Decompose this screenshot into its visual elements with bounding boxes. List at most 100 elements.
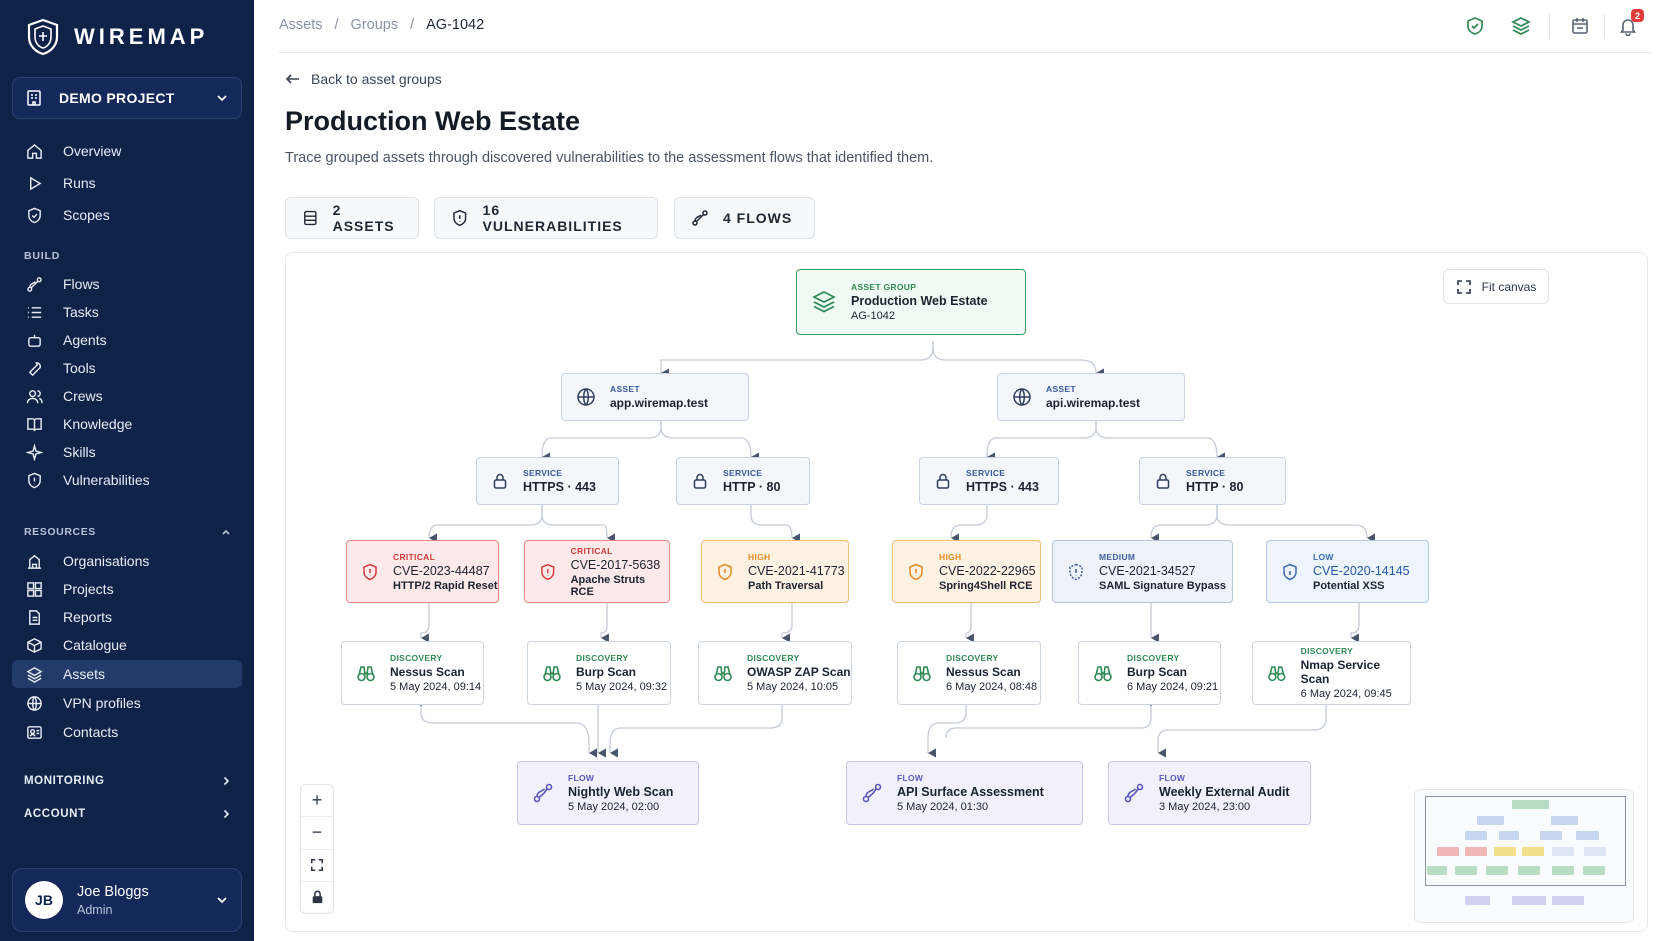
- nav-tasks[interactable]: Tasks: [12, 298, 242, 326]
- graph-canvas[interactable]: ASSET GROUP Production Web Estate AG-104…: [285, 252, 1648, 932]
- breadcrumb-groups[interactable]: Groups: [351, 17, 399, 33]
- avatar: JB: [25, 881, 63, 919]
- nav-overview[interactable]: Overview: [12, 137, 242, 165]
- nav-vulnerabilities[interactable]: Vulnerabilities: [12, 466, 242, 494]
- calendar-button[interactable]: [1568, 14, 1592, 38]
- node-discovery[interactable]: DISCOVERY OWASP ZAP Scan 5 May 2024, 10:…: [698, 641, 852, 705]
- breadcrumb-assets[interactable]: Assets: [279, 17, 323, 33]
- minimap-viewport[interactable]: [1425, 796, 1626, 886]
- node-kind: ASSET GROUP: [851, 282, 917, 292]
- project-name: DEMO PROJECT: [59, 90, 175, 106]
- node-vulnerability[interactable]: CRITICAL CVE-2023-44487 HTTP/2 Rapid Res…: [346, 540, 499, 603]
- nav-label: Vulnerabilities: [63, 472, 150, 488]
- stat-flows[interactable]: 4 FLOWS: [674, 197, 815, 239]
- nav-assets[interactable]: Assets: [12, 660, 242, 688]
- node-title: CVE-2020-14145: [1313, 563, 1410, 578]
- lock-button[interactable]: [301, 882, 333, 913]
- lock-icon: [936, 473, 950, 489]
- section-resources[interactable]: RESOURCES: [24, 526, 232, 538]
- node-service[interactable]: SERVICE HTTPS · 443: [476, 457, 619, 505]
- node-kind: SERVICE: [723, 468, 763, 478]
- node-title: Burp Scan: [576, 665, 637, 679]
- node-service[interactable]: SERVICE HTTP · 80: [676, 457, 810, 505]
- nav-knowledge[interactable]: Knowledge: [12, 410, 242, 438]
- nav-contacts[interactable]: Contacts: [12, 718, 242, 746]
- node-title: API Surface Assessment: [897, 785, 1044, 799]
- node-service[interactable]: SERVICE HTTPS · 443: [919, 457, 1059, 505]
- nav-catalogue[interactable]: Catalogue: [12, 631, 242, 659]
- nav-scopes[interactable]: Scopes: [12, 201, 242, 229]
- node-discovery[interactable]: DISCOVERY Burp Scan 6 May 2024, 09:21: [1078, 641, 1221, 705]
- node-asset-app[interactable]: ASSET app.wiremap.test: [561, 373, 749, 421]
- node-kind: DISCOVERY: [1127, 653, 1180, 663]
- section-account[interactable]: ACCOUNT: [24, 808, 232, 820]
- nav-vpn-profiles[interactable]: VPN profiles: [12, 689, 242, 717]
- nav-label: Organisations: [63, 553, 150, 569]
- section-monitoring[interactable]: MONITORING: [24, 775, 232, 787]
- node-flow[interactable]: FLOW API Surface Assessment 5 May 2024, …: [846, 761, 1083, 825]
- nav-label: Runs: [63, 175, 96, 191]
- shield-icon: [28, 207, 41, 223]
- node-kind: CRITICAL: [393, 551, 436, 562]
- nav-tools[interactable]: Tools: [12, 354, 242, 382]
- nav-skills[interactable]: Skills: [12, 438, 242, 466]
- node-discovery[interactable]: DISCOVERY Burp Scan 5 May 2024, 09:32: [527, 641, 671, 705]
- node-kind: HIGH: [939, 551, 962, 562]
- node-asset-api[interactable]: ASSET api.wiremap.test: [997, 373, 1185, 421]
- fit-canvas-label: Fit canvas: [1481, 279, 1537, 294]
- node-vulnerability[interactable]: HIGH CVE-2022-22965 Spring4Shell RCE: [892, 540, 1041, 603]
- divider: [1549, 14, 1550, 38]
- node-kind: SERVICE: [1186, 468, 1226, 478]
- nav-organisations[interactable]: Organisations: [12, 547, 242, 575]
- back-link[interactable]: Back to asset groups: [285, 71, 442, 87]
- nav-crews[interactable]: Crews: [12, 382, 242, 410]
- zoom-out-button[interactable]: −: [301, 817, 333, 850]
- stat-assets[interactable]: 2 ASSETS: [285, 197, 419, 239]
- nav-label: Knowledge: [63, 416, 133, 432]
- brand[interactable]: WIREMAP: [26, 18, 208, 56]
- nav-flows[interactable]: Flows: [12, 270, 242, 298]
- node-discovery[interactable]: DISCOVERY Nessus Scan 5 May 2024, 09:14: [341, 641, 484, 705]
- fit-canvas-button[interactable]: Fit canvas: [1443, 269, 1549, 304]
- binoculars-icon: [714, 666, 732, 682]
- nav-reports[interactable]: Reports: [12, 603, 242, 631]
- edge: [932, 341, 1104, 378]
- node-subtitle: SAML Signature Bypass: [1099, 579, 1226, 592]
- notification-badge: 2: [1631, 9, 1644, 22]
- binoculars-icon: [1268, 666, 1286, 682]
- node-kind: ASSET: [610, 384, 640, 394]
- node-asset-group[interactable]: ASSET GROUP Production Web Estate AG-104…: [796, 269, 1026, 335]
- stat-vulnerabilities[interactable]: 16 VULNERABILITIES: [434, 197, 658, 239]
- nav-agents[interactable]: Agents: [12, 326, 242, 354]
- notifications-button[interactable]: 2: [1616, 9, 1644, 38]
- zoom-in-button[interactable]: +: [301, 785, 333, 818]
- node-discovery[interactable]: DISCOVERY Nessus Scan 6 May 2024, 08:48: [897, 641, 1041, 705]
- node-vulnerability[interactable]: LOW CVE-2020-14145 Potential XSS: [1266, 540, 1429, 603]
- binoculars-icon: [1094, 666, 1112, 682]
- node-flow[interactable]: FLOW Nightly Web Scan 5 May 2024, 02:00: [517, 761, 699, 825]
- minimap[interactable]: [1414, 789, 1634, 923]
- layers-button[interactable]: [1509, 14, 1533, 38]
- shield-alert-icon: [718, 563, 732, 580]
- edge: [1350, 603, 1360, 643]
- globe-icon: [27, 695, 42, 711]
- node-service[interactable]: SERVICE HTTP · 80: [1139, 457, 1286, 505]
- user-menu[interactable]: JB Joe Bloggs Admin: [12, 868, 242, 932]
- nav-label: Flows: [63, 276, 100, 292]
- node-vulnerability[interactable]: HIGH CVE-2021-41773 Path Traversal: [701, 540, 849, 603]
- node-title: HTTPS · 443: [966, 480, 1039, 494]
- node-discovery[interactable]: DISCOVERY Nmap Service Scan 6 May 2024, …: [1252, 641, 1411, 705]
- node-vulnerability[interactable]: MEDIUM CVE-2021-34527 SAML Signature Byp…: [1052, 540, 1233, 603]
- nav-projects[interactable]: Projects: [12, 575, 242, 603]
- node-title: Burp Scan: [1127, 665, 1188, 679]
- security-status-button[interactable]: [1463, 14, 1487, 38]
- node-kind: SERVICE: [523, 468, 563, 478]
- project-select[interactable]: DEMO PROJECT: [12, 77, 242, 119]
- nav-runs[interactable]: Runs: [12, 169, 242, 197]
- node-title: CVE-2017-5638: [570, 557, 661, 572]
- fit-view-button[interactable]: [301, 850, 333, 882]
- robot-icon: [28, 334, 41, 347]
- node-flow[interactable]: FLOW Weekly External Audit 3 May 2024, 2…: [1108, 761, 1311, 825]
- flow-icon: [692, 210, 708, 226]
- node-vulnerability[interactable]: CRITICAL CVE-2017-5638 Apache Struts RCE: [524, 540, 670, 603]
